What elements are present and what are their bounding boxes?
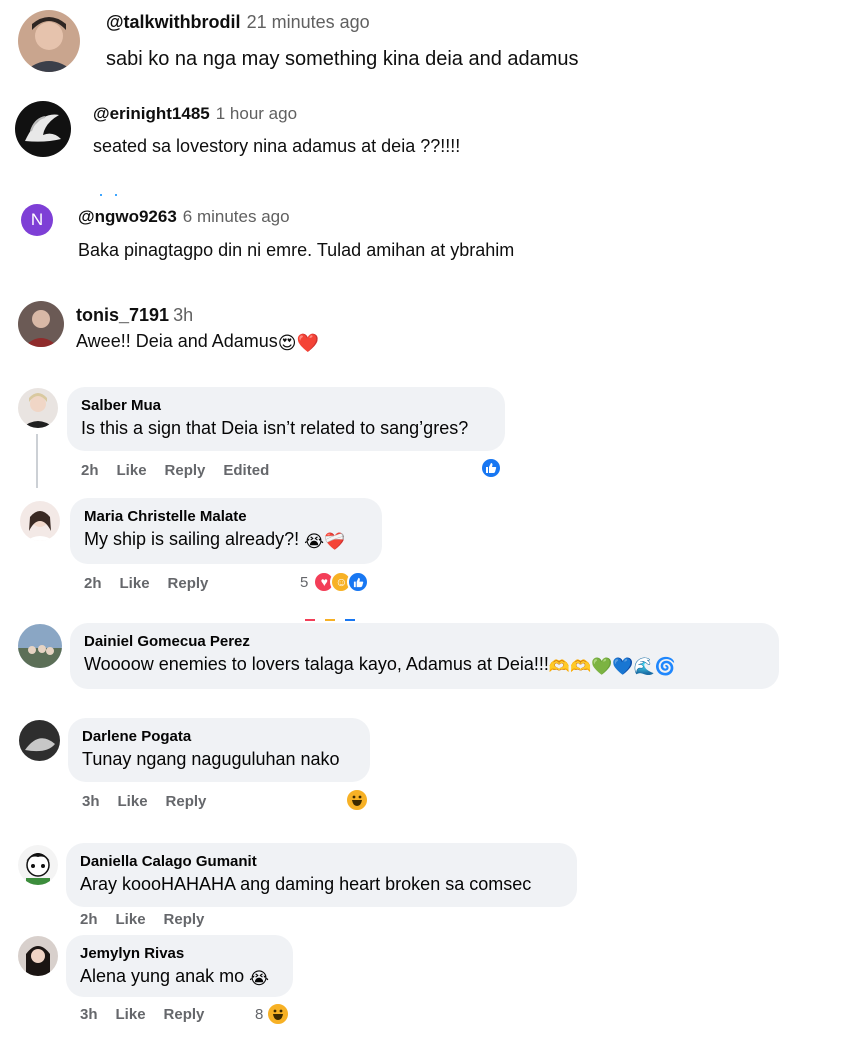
user-avatar[interactable] (18, 624, 62, 668)
comment-text: seated sa lovestory nina adamus at deia … (93, 136, 461, 156)
comment-text: Alena yung anak mo (80, 966, 245, 986)
emoji-crying: 😭 (249, 969, 269, 989)
comment-bubble: Maria Christelle Malate My ship is saili… (70, 498, 382, 564)
reaction-count: 5 (300, 573, 309, 591)
like-reaction-icon (347, 571, 370, 593)
comment-timestamp[interactable]: 21 minutes ago (247, 12, 370, 32)
user-avatar[interactable] (18, 845, 58, 885)
comment-text: My ship is sailing already?! (84, 529, 300, 549)
comment-timestamp[interactable]: 1 hour ago (216, 104, 297, 123)
comment-text: Tunay ngang naguguluhan nako (82, 749, 340, 769)
comment-text: Aray koooHAHAHA ang daming heart broken … (80, 874, 532, 894)
comment-text: Is this a sign that Deia isn’t related t… (81, 418, 469, 438)
comment-bubble: Jemylyn Rivas Alena yung anak mo 😭 (66, 935, 293, 997)
reaction-summary[interactable] (480, 457, 502, 479)
thread-line (36, 434, 38, 488)
comment-author[interactable]: @talkwithbrodil (106, 12, 241, 32)
reply-button[interactable]: Reply (164, 1006, 205, 1023)
comment-text: Woooow enemies to lovers talaga kayo, Ad… (84, 654, 549, 674)
reply-button[interactable]: Reply (165, 462, 206, 479)
reaction-summary[interactable]: 8 (255, 1002, 291, 1026)
like-button[interactable]: Like (120, 575, 150, 592)
user-avatar[interactable] (15, 101, 71, 157)
comment-author[interactable]: Maria Christelle Malate (84, 507, 368, 527)
user-avatar[interactable] (18, 936, 58, 976)
comment-author[interactable]: Salber Mua (81, 396, 491, 416)
crop-separator (100, 184, 120, 196)
avatar-letter: N (30, 210, 44, 229)
comment-author[interactable]: @erinight1485 (93, 104, 210, 123)
user-avatar[interactable] (18, 301, 64, 347)
haha-reaction-icon (345, 788, 369, 812)
comment-bubble: Salber Mua Is this a sign that Deia isn’… (67, 387, 505, 451)
comment-timestamp[interactable]: 2h (80, 911, 98, 928)
comment-text: sabi ko na nga may something kina deia a… (106, 48, 579, 70)
reaction-count: 8 (255, 1005, 264, 1023)
reply-button[interactable]: Reply (166, 793, 207, 810)
haha-reaction-icon (266, 1002, 291, 1026)
comment-bubble: Dainiel Gomecua Perez Woooow enemies to … (70, 623, 779, 689)
comment-timestamp[interactable]: 3h (80, 1006, 98, 1023)
comment-text: Baka pinagtagpo din ni emre. Tulad amiha… (78, 240, 515, 260)
emoji-heart-eyes-heart: 😍❤️ (277, 333, 319, 354)
like-button[interactable]: Like (116, 1006, 146, 1023)
user-avatar[interactable] (20, 501, 60, 541)
comment-author[interactable]: @ngwo9263 (78, 207, 177, 226)
comment-bubble: Darlene Pogata Tunay ngang naguguluhan n… (68, 718, 370, 782)
comment-bubble: Daniella Calago Gumanit Aray koooHAHAHA … (66, 843, 577, 907)
comment-timestamp[interactable]: 3h (82, 793, 100, 810)
comment-author[interactable]: Daniella Calago Gumanit (80, 852, 563, 872)
like-reaction-icon (480, 457, 502, 479)
user-avatar[interactable] (18, 388, 58, 428)
comment-timestamp[interactable]: 6 minutes ago (183, 207, 290, 226)
comment-author[interactable]: Jemylyn Rivas (80, 944, 279, 964)
edited-label: Edited (223, 462, 270, 479)
comment-timestamp[interactable]: 3h (173, 305, 193, 325)
reaction-summary[interactable] (345, 788, 369, 812)
emoji-crying-mending-heart: 😭❤️‍🩹 (304, 532, 346, 552)
user-avatar[interactable] (18, 10, 80, 72)
comment-author[interactable]: tonis_7191 (76, 305, 169, 325)
comment-author[interactable]: Darlene Pogata (82, 727, 356, 747)
reaction-summary[interactable]: 5 ♥ ☺ (300, 571, 370, 593)
like-button[interactable]: Like (116, 911, 146, 928)
reply-button[interactable]: Reply (168, 575, 209, 592)
comment-author[interactable]: Dainiel Gomecua Perez (84, 632, 765, 652)
comment-timestamp[interactable]: 2h (81, 462, 99, 479)
comment-timestamp[interactable]: 2h (84, 575, 102, 592)
user-avatar[interactable] (19, 720, 60, 761)
like-button[interactable]: Like (118, 793, 148, 810)
crop-separator (305, 609, 365, 621)
reply-button[interactable]: Reply (164, 911, 205, 928)
comment-text: Awee!! Deia and Adamus (76, 331, 278, 351)
user-avatar[interactable]: N (21, 204, 53, 236)
emoji-hearts-wave: 🫶🫶💚💙🌊🌀 (548, 657, 676, 677)
like-button[interactable]: Like (117, 462, 147, 479)
